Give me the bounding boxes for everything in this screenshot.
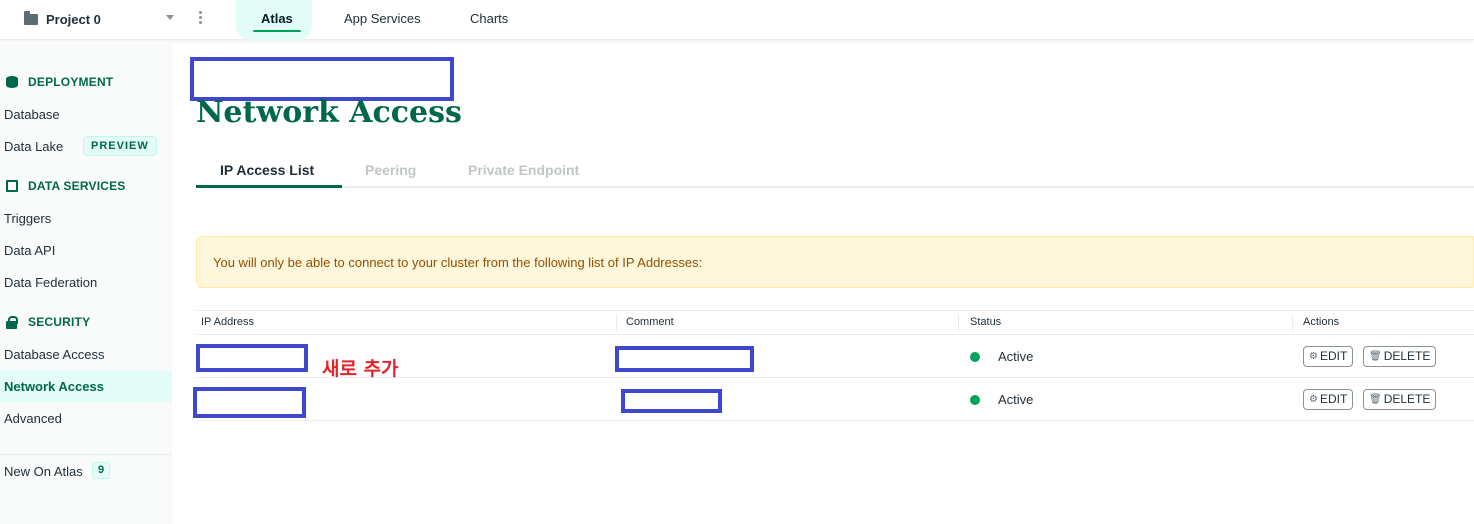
banner-text: You will only be able to connect to your… bbox=[213, 255, 703, 270]
redacted-ip-box bbox=[196, 344, 308, 372]
data-services-icon bbox=[6, 180, 18, 192]
tab-peering[interactable]: Peering bbox=[365, 162, 416, 178]
delete-button[interactable]: 🗑 DELETE bbox=[1363, 346, 1437, 367]
sidebar-item-triggers[interactable]: Triggers bbox=[4, 211, 51, 226]
status-text: Active bbox=[998, 349, 1034, 364]
status-text: Active bbox=[998, 392, 1034, 407]
table-row: Active ⚙ EDIT 🗑 DELETE bbox=[196, 378, 1474, 421]
edit-button[interactable]: ⚙ EDIT bbox=[1303, 389, 1354, 410]
status-active-icon bbox=[970, 352, 980, 362]
status-active-icon bbox=[970, 395, 980, 405]
sidebar-item-data-lake[interactable]: Data Lake bbox=[4, 139, 63, 154]
trash-icon: 🗑 bbox=[1369, 351, 1382, 362]
section-deployment: DEPLOYMENT bbox=[6, 75, 113, 89]
project-name: Project 0 bbox=[46, 11, 101, 27]
project-selector[interactable]: Project 0 bbox=[24, 10, 101, 28]
column-separator bbox=[958, 314, 959, 332]
tab-atlas[interactable]: Atlas bbox=[261, 11, 293, 26]
column-actions: Actions bbox=[1303, 316, 1340, 328]
tabs-divider bbox=[196, 186, 1474, 188]
column-separator bbox=[1292, 314, 1293, 332]
sidebar-item-new-on-atlas[interactable]: New On Atlas bbox=[4, 464, 83, 479]
column-status[interactable]: Status bbox=[970, 316, 1001, 328]
sidebar: DEPLOYMENT Database Data Lake PREVIEW DA… bbox=[0, 41, 172, 524]
sidebar-item-label: Network Access bbox=[4, 379, 104, 394]
edit-button[interactable]: ⚙ EDIT bbox=[1303, 346, 1354, 367]
edit-label: EDIT bbox=[1319, 349, 1348, 363]
sidebar-item-database[interactable]: Database bbox=[4, 107, 60, 122]
delete-label: DELETE bbox=[1383, 392, 1431, 406]
new-count-badge: 9 bbox=[92, 462, 111, 479]
top-nav-bar: Project 0 Atlas App Services Charts bbox=[0, 0, 1474, 40]
column-ip-address[interactable]: IP Address bbox=[201, 316, 254, 328]
gear-icon: ⚙ bbox=[1309, 394, 1318, 405]
sidebar-item-data-federation[interactable]: Data Federation bbox=[4, 275, 97, 290]
more-options-icon[interactable] bbox=[199, 11, 203, 25]
redacted-ip-box bbox=[193, 387, 306, 418]
chevron-down-icon[interactable] bbox=[166, 15, 174, 20]
folder-icon bbox=[24, 10, 38, 25]
tab-app-services[interactable]: App Services bbox=[344, 11, 421, 26]
sidebar-item-data-api[interactable]: Data API bbox=[4, 243, 55, 258]
sidebar-item-network-access[interactable]: Network Access bbox=[0, 370, 172, 402]
redacted-comment-box bbox=[615, 346, 754, 372]
redacted-comment-box bbox=[621, 389, 722, 413]
section-title: SECURITY bbox=[28, 315, 91, 329]
database-icon bbox=[6, 76, 18, 88]
tab-charts[interactable]: Charts bbox=[470, 11, 508, 26]
column-comment[interactable]: Comment bbox=[626, 316, 674, 328]
page-title: Network Access bbox=[196, 95, 462, 130]
active-tab-underline bbox=[253, 30, 301, 32]
warning-banner: You will only be able to connect to your… bbox=[196, 236, 1474, 288]
active-tab-underline bbox=[196, 185, 342, 188]
tab-ip-access-list[interactable]: IP Access List bbox=[220, 162, 314, 178]
trash-icon: 🗑 bbox=[1369, 394, 1382, 405]
delete-button[interactable]: 🗑 DELETE bbox=[1363, 389, 1437, 410]
delete-label: DELETE bbox=[1383, 349, 1431, 363]
preview-badge: PREVIEW bbox=[83, 136, 157, 156]
section-data-services: DATA SERVICES bbox=[6, 179, 126, 193]
sidebar-item-database-access[interactable]: Database Access bbox=[4, 347, 104, 362]
tab-private-endpoint[interactable]: Private Endpoint bbox=[468, 162, 579, 178]
section-title: DEPLOYMENT bbox=[28, 75, 114, 89]
sidebar-item-advanced[interactable]: Advanced bbox=[4, 411, 62, 426]
section-security: SECURITY bbox=[6, 315, 90, 329]
gear-icon: ⚙ bbox=[1309, 351, 1318, 362]
column-separator bbox=[616, 314, 617, 332]
edit-label: EDIT bbox=[1319, 392, 1348, 406]
section-title: DATA SERVICES bbox=[28, 179, 126, 193]
sidebar-divider bbox=[0, 454, 172, 455]
annotation-label: 새로 추가 bbox=[322, 358, 399, 380]
table-header: IP Address Comment Status Actions bbox=[196, 310, 1474, 335]
lock-icon bbox=[6, 316, 18, 329]
